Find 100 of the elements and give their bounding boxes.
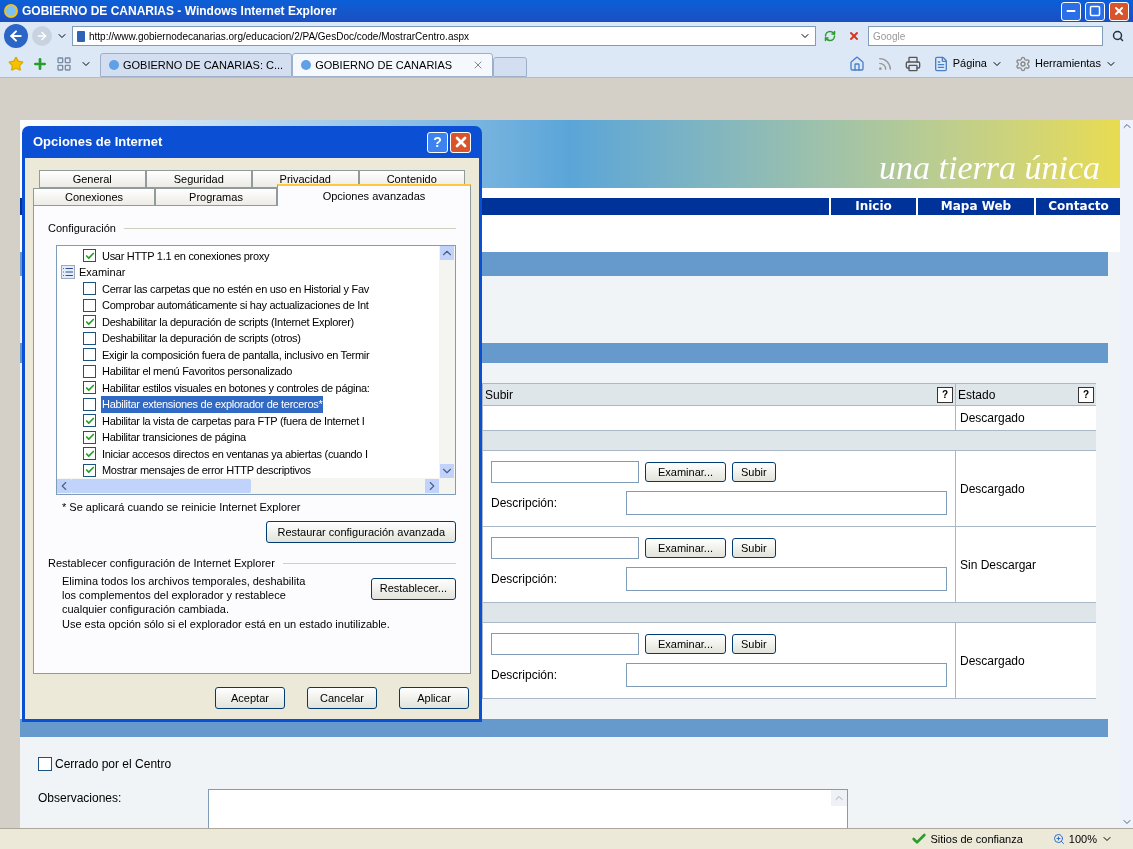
scroll-right-icon[interactable] [425,478,439,493]
checkbox[interactable] [83,315,96,329]
tools-menu-button[interactable]: Herramientas [1014,55,1117,72]
option-label[interactable]: Iniciar accesos directos en ventanas ya abiertas (cuando I [101,445,369,462]
home-icon[interactable] [848,55,865,72]
checkbox[interactable] [83,381,96,395]
check-icon [84,415,95,426]
status-text: Sin Descargar [960,556,1037,574]
scroll-down-icon[interactable] [440,463,454,478]
help-button[interactable]: ? [427,131,448,153]
dialog-tab[interactable]: Opciones avanzadas [277,184,471,206]
upload-button[interactable]: Subir [732,538,776,558]
checkbox[interactable] [83,430,96,444]
browser-logo-icon [4,4,18,18]
checkbox[interactable] [83,282,96,296]
checkbox[interactable] [83,298,96,312]
feed-icon[interactable] [876,55,893,72]
scroll-left-icon[interactable] [57,478,71,493]
option-label[interactable]: Comprobar automáticamente si hay actualizaciones de Int [101,297,370,314]
settings-list[interactable] [56,244,456,495]
help-button[interactable]: ? [937,386,953,403]
add-favorite-icon[interactable] [32,55,48,72]
checkbox[interactable] [83,249,96,263]
scrollbar[interactable] [439,245,455,478]
banner-slogan: una tierra única [879,148,1100,188]
checkbox[interactable] [83,331,96,345]
browse-button[interactable]: Examinar... [645,538,727,558]
checkbox[interactable] [38,757,52,771]
description-label: Descripción: [491,667,559,684]
option-label[interactable]: Habilitar estilos visuales en botones y controles de página: [101,379,371,396]
option-label[interactable]: Mostrar mensajes de error HTTP descriptivos [101,462,312,478]
dialog-tab[interactable]: General [39,170,146,188]
status-text: Descargado [960,480,1025,498]
search-field[interactable]: Google [868,26,1103,46]
close-button[interactable] [450,131,471,153]
file-field[interactable] [491,537,639,559]
maximize-button[interactable] [1085,1,1105,21]
dialog-button[interactable]: Cancelar [307,687,377,709]
back-button[interactable] [4,24,28,48]
help-button[interactable]: ? [1078,386,1094,403]
address-text: http://www.gobiernodecanarias.org/educacion/2/PA/GesDoc/code/MostrarCentro.aspx [89,29,469,44]
option-label[interactable]: Usar HTTP 1.1 en conexiones proxy [101,247,271,264]
favorites-star-icon[interactable] [8,55,24,72]
file-field[interactable] [491,461,639,483]
file-field[interactable] [491,633,639,655]
scrollbar[interactable] [1120,120,1133,828]
browser-tab[interactable]: GOBIERNO DE CANARIAS: C... [100,53,293,77]
option-label[interactable]: Cerrar las carpetas que no estén en uso en Historial y Fav [101,280,370,297]
zoom-level[interactable]: 100% [1068,830,1097,848]
browse-button[interactable]: Examinar... [645,634,727,654]
checkbox[interactable] [83,348,96,362]
reset-button[interactable]: Restablecer... [370,577,456,600]
description-field[interactable] [626,567,947,591]
dialog-title: Opciones de Internet [33,133,164,152]
dialog-button[interactable]: Aceptar [215,687,285,709]
page-menu-button[interactable]: Página [932,55,1003,72]
check-icon [84,432,95,443]
gear-icon [1014,55,1031,72]
check-icon [84,250,95,261]
option-label[interactable]: Habilitar extensiones de explorador de terceros* [101,396,324,413]
option-label[interactable]: Exigir la composición fuera de pantalla, inclusivo en Termir [101,346,371,363]
checkbox[interactable] [83,397,96,411]
upload-button[interactable]: Subir [732,462,776,482]
nav-link[interactable]: Inicio [829,198,916,215]
option-label[interactable]: Habilitar el menú Favoritos personalizado [101,363,294,380]
option-label[interactable]: Habilitar la vista de carpetas para FTP (fuera de Internet I [101,412,366,429]
reset-description: Elimina todos los archivos temporales, deshabilita los complementos del explorador y restablece cualquier configuración cambiada. [62,573,307,616]
dialog-tab[interactable]: Programas [155,188,277,206]
zoom-icon[interactable] [1052,833,1065,845]
print-icon[interactable] [904,55,921,72]
close-button[interactable] [1109,1,1129,21]
checkbox-label: Cerrado por el Centro [55,756,172,773]
minimize-button[interactable] [1061,1,1081,21]
restart-note: * Se aplicará cuando se reinicie Internet Explorer [62,499,302,515]
quick-tabs-icon[interactable] [56,55,72,72]
column-label: Subir [485,386,513,404]
scroll-up-icon[interactable] [440,245,454,260]
dialog-button[interactable]: Aplicar [399,687,469,709]
check-icon [910,831,927,847]
nav-link[interactable]: Mapa Web [916,198,1034,215]
browse-button[interactable]: Examinar... [645,462,727,482]
arrow-right-icon [36,30,48,42]
address-field[interactable]: http://www.gobiernodecanarias.org/educacion/2/PA/GesDoc/code/MostrarCentro.aspx [72,26,816,46]
option-label[interactable]: Habilitar transiciones de página [101,429,247,446]
restore-button[interactable]: Restaurar configuración avanzada [266,521,456,543]
checkbox[interactable] [83,463,96,477]
description-field[interactable] [626,491,947,515]
option-label[interactable]: Deshabilitar la depuración de scripts (Internet Explorer) [101,313,355,330]
upload-button[interactable]: Subir [732,634,776,654]
option-label[interactable]: Deshabilitar la depuración de scripts (otros) [101,330,302,347]
check-icon [84,465,95,476]
dialog-tab[interactable]: Conexiones [33,188,155,206]
browser-tab[interactable]: GOBIERNO DE CANARIAS [292,53,494,77]
check-icon [84,316,95,327]
checkbox[interactable] [83,414,96,428]
description-field[interactable] [626,663,947,687]
dialog-tab[interactable]: Seguridad [145,170,252,188]
checkbox[interactable] [83,447,96,461]
scroll-thumb[interactable] [71,478,251,493]
checkbox[interactable] [83,364,96,378]
